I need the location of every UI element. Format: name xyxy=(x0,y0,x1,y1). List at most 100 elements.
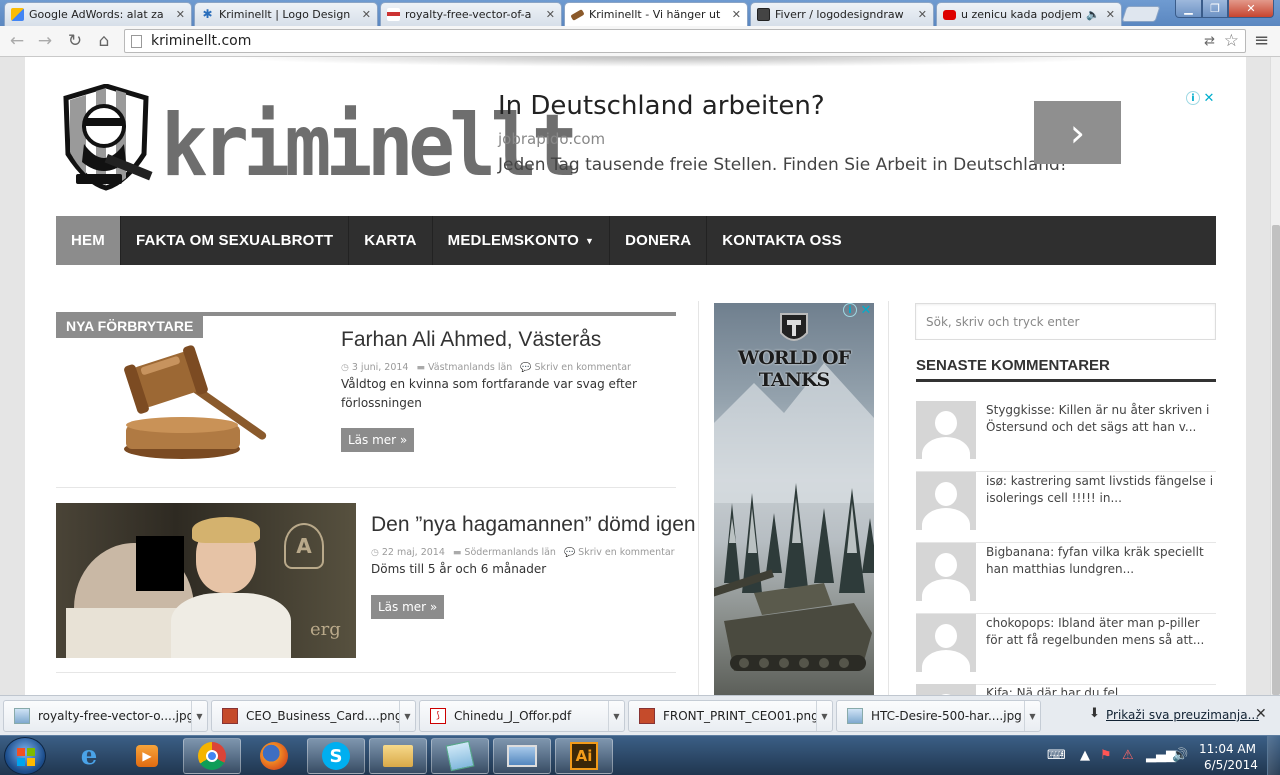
post-title[interactable]: Farhan Ali Ahmed, Västerås xyxy=(341,328,601,352)
comment-text[interactable]: Kifa: Nä där har du fel xyxy=(986,685,1218,695)
download-item[interactable]: ⟆ Chinedu_J_Offor.pdf ▼ xyxy=(419,700,625,732)
post-excerpt: Våldtog en kvinna som fortfarande var sv… xyxy=(341,377,637,410)
comment-text[interactable]: Bigbanana: fyfan vilka kräk speciellt ha… xyxy=(986,544,1218,578)
chrome-icon[interactable] xyxy=(183,738,241,774)
close-icon[interactable]: ✕ xyxy=(1255,706,1267,722)
download-item[interactable]: royalty-free-vector-o....jpg ▼ xyxy=(3,700,208,732)
tab-youtube[interactable]: u zenicu kada podjem 🔈 ✕ xyxy=(936,2,1122,26)
download-filename: HTC-Desire-500-har....jpg xyxy=(871,709,1022,723)
tab-kriminellt-logo-design[interactable]: ✱ Kriminellt | Logo Design ✕ xyxy=(194,2,378,26)
new-tab-button[interactable] xyxy=(1121,6,1161,22)
start-button[interactable] xyxy=(4,737,46,775)
tab-fiverr[interactable]: Fiverr / logodesigndraw ✕ xyxy=(750,2,934,26)
nav-item-kontakta[interactable]: KONTAKTA OSS xyxy=(707,216,857,265)
star-icon[interactable]: ☆ xyxy=(1224,31,1239,51)
download-filename: Chinedu_J_Offor.pdf xyxy=(454,709,572,723)
back-button[interactable]: ← xyxy=(6,30,28,52)
chevron-down-icon[interactable]: ▼ xyxy=(1024,701,1040,731)
gavel-icon xyxy=(570,8,585,21)
nav-label: KARTA xyxy=(364,232,417,249)
post-comments-link[interactable]: Skriv en kommentar xyxy=(535,362,631,373)
volume-icon[interactable]: 🔊 xyxy=(1172,748,1188,763)
adchoices-icon[interactable]: i ✕ xyxy=(843,303,873,318)
tab-google-adwords[interactable]: Google AdWords: alat za ✕ xyxy=(4,2,192,26)
tab-royalty-free-vector[interactable]: royalty-free-vector-of-a ✕ xyxy=(380,2,562,26)
address-bar[interactable]: kriminellt.com ⇄ ☆ xyxy=(124,29,1246,53)
show-all-downloads-link[interactable]: Prikaži sva preuzimanja... xyxy=(1106,708,1259,722)
download-filename: FRONT_PRINT_CEO01.png xyxy=(663,709,816,723)
read-more-button[interactable]: Läs mer » xyxy=(371,595,445,619)
ad-description[interactable]: Jeden Tag tausende freie Stellen. Finden… xyxy=(498,155,1067,175)
menu-icon[interactable]: ≡ xyxy=(1254,30,1269,51)
ad-url[interactable]: jobrapido.com xyxy=(498,130,605,148)
read-more-button[interactable]: Läs mer » xyxy=(341,428,415,452)
nav-item-medlemskonto[interactable]: MEDLEMSKONTO ▼ xyxy=(433,216,611,265)
skype-icon[interactable]: S xyxy=(307,738,365,774)
close-icon[interactable]: ✕ xyxy=(918,8,927,21)
close-icon[interactable]: ✕ xyxy=(732,8,741,21)
close-icon[interactable]: ✕ xyxy=(1106,8,1115,21)
avatar xyxy=(916,472,976,530)
show-desktop-button[interactable] xyxy=(1267,736,1280,775)
close-icon[interactable]: ✕ xyxy=(362,8,371,21)
close-icon[interactable]: ✕ xyxy=(546,8,555,21)
url-text[interactable]: kriminellt.com xyxy=(151,33,251,49)
comment-text[interactable]: chokopops: Ibland äter man p-piller för … xyxy=(986,615,1218,649)
chevron-down-icon[interactable]: ▼ xyxy=(816,701,832,731)
ad-title[interactable]: In Deutschland arbeiten? xyxy=(498,91,825,121)
translate-icon[interactable]: ⇄ xyxy=(1204,34,1215,49)
downloads-bar: royalty-free-vector-o....jpg ▼ CEO_Busin… xyxy=(0,695,1280,735)
nav-item-fakta[interactable]: FAKTA OM SEXUALBROTT xyxy=(121,216,350,265)
page-viewport: kriminellt In Deutschland arbeiten? jobr… xyxy=(0,57,1270,695)
search-input[interactable]: Sök, skriv och tryck enter xyxy=(915,303,1216,340)
comment-text[interactable]: Styggkisse: Killen är nu åter skriven i … xyxy=(986,402,1218,436)
media-player-icon[interactable]: ▶ xyxy=(118,738,176,774)
firefox-icon[interactable] xyxy=(245,738,303,774)
notepad-icon[interactable] xyxy=(431,738,489,774)
chevron-down-icon[interactable]: ▼ xyxy=(191,701,207,731)
download-item[interactable]: HTC-Desire-500-har....jpg ▼ xyxy=(836,700,1041,732)
action-center-icon[interactable]: ⚠ xyxy=(1122,748,1134,763)
reload-button[interactable]: ↻ xyxy=(64,30,86,52)
nav-item-karta[interactable]: KARTA xyxy=(349,216,433,265)
clock-time[interactable]: 11:04 AM xyxy=(1199,742,1256,756)
illustrator-icon[interactable]: Ai xyxy=(555,738,613,774)
screen-icon[interactable] xyxy=(493,738,551,774)
post-title[interactable]: Den ”nya hagamannen” dömd igen xyxy=(371,513,696,537)
minimize-button[interactable]: ▁ xyxy=(1175,0,1202,18)
chevron-down-icon[interactable]: ▼ xyxy=(608,701,624,731)
scrollbar-thumb[interactable] xyxy=(1272,225,1280,695)
close-window-button[interactable]: ✕ xyxy=(1228,0,1274,18)
tab-kriminellt-active[interactable]: Kriminellt - Vi hänger ut ✕ xyxy=(564,2,748,26)
ad-arrow-button[interactable]: › xyxy=(1034,101,1121,164)
forward-button[interactable]: → xyxy=(34,30,56,52)
internet-explorer-icon[interactable]: e xyxy=(60,738,118,774)
folder-icon: ▬ xyxy=(452,547,462,558)
post-comments-link[interactable]: Skriv en kommentar xyxy=(578,547,674,558)
clock-date[interactable]: 6/5/2014 xyxy=(1204,758,1258,772)
adchoices-icon[interactable]: i ✕ xyxy=(1186,91,1216,106)
shirt-right xyxy=(171,593,291,658)
chevron-down-icon[interactable]: ▼ xyxy=(399,701,415,731)
post-photo[interactable]: A erg xyxy=(56,503,356,658)
maximize-button[interactable]: ❐ xyxy=(1202,0,1228,18)
network-warning-icon[interactable]: ⚑ xyxy=(1100,748,1112,763)
logo-badge-icon[interactable] xyxy=(56,84,159,191)
download-item[interactable]: FRONT_PRINT_CEO01.png ▼ xyxy=(628,700,833,732)
close-icon[interactable]: ✕ xyxy=(176,8,185,21)
pdf-file-icon: ⟆ xyxy=(430,708,446,724)
nav-label: KONTAKTA OSS xyxy=(722,232,842,249)
show-hidden-icons-icon[interactable]: ▲ xyxy=(1080,748,1090,763)
page-scrollbar[interactable] xyxy=(1270,57,1280,695)
comment-text[interactable]: isø: kastrering samt livstids fängelse i… xyxy=(986,473,1218,507)
download-item[interactable]: CEO_Business_Card....png ▼ xyxy=(211,700,416,732)
world-of-tanks-ad[interactable]: WORLD OF TANKS xyxy=(714,303,874,695)
file-explorer-icon[interactable] xyxy=(369,738,427,774)
home-button[interactable]: ⌂ xyxy=(93,30,115,52)
gavel-image[interactable] xyxy=(120,343,280,463)
post-category[interactable]: Södermanlands län xyxy=(464,547,556,558)
keyboard-icon[interactable]: ⌨ xyxy=(1047,748,1066,763)
nav-item-hem[interactable]: HEM xyxy=(56,216,121,265)
nav-item-donera[interactable]: DONERA xyxy=(610,216,708,265)
post-category[interactable]: Västmanlands län xyxy=(428,362,512,373)
